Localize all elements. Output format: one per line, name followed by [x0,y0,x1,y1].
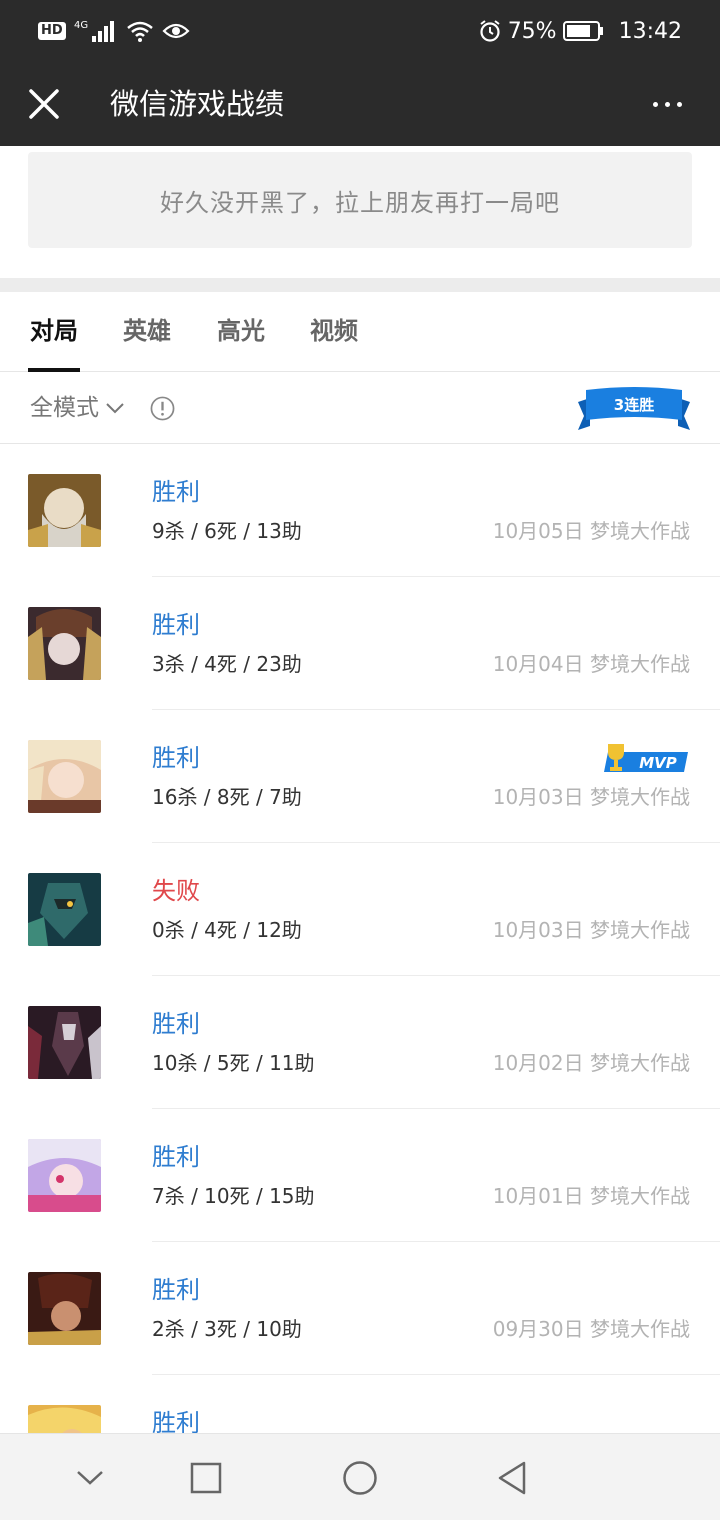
match-result: 胜利 [152,478,200,506]
more-icon [652,101,658,107]
match-row[interactable]: 胜利 10杀 / 5死 / 11助 10月02日 梦境大作战 [0,976,720,1109]
collapse-button[interactable] [68,1456,112,1500]
more-button[interactable] [642,82,692,126]
mode-dropdown[interactable]: 全模式 [30,392,125,424]
tab-bar: 对局 英雄 高光 视频 [0,292,720,372]
chevron-down-icon [106,403,124,414]
win-streak-badge: 3连胜 [578,387,690,430]
mode-label: 全模式 [30,395,99,421]
match-result: 胜利 [152,1276,200,1304]
hero-avatar [28,1272,101,1345]
match-row[interactable]: 失败 0杀 / 4死 / 12助 10月03日 梦境大作战 [0,843,720,976]
match-result: 胜利 [152,1143,200,1171]
eye-icon [162,23,190,39]
tab-highlights[interactable]: 高光 [217,314,265,348]
hero-avatar [28,1139,101,1212]
home-icon [343,1461,377,1495]
match-kda: 7杀 / 10死 / 15助 [152,1184,315,1208]
system-nav-bar [0,1433,720,1520]
invite-banner[interactable]: 好久没开黑了，拉上朋友再打一局吧 [28,152,692,248]
home-button[interactable] [338,1456,382,1500]
match-date-mode: 10月01日 梦境大作战 [492,1184,690,1208]
hero-avatar [28,740,101,813]
match-kda: 10杀 / 5死 / 11助 [152,1051,315,1075]
mvp-label: MVP [639,754,677,772]
status-right: 75% 13:42 [478,16,682,46]
recents-icon [190,1462,222,1494]
match-row[interactable]: 胜利 3杀 / 4死 / 23助 10月04日 梦境大作战 [0,577,720,710]
battery-percent: 75% [507,18,557,44]
match-kda: 2杀 / 3死 / 10助 [152,1317,302,1341]
mvp-badge: MVP [604,744,688,772]
hero-avatar [28,607,101,680]
match-date-mode: 10月02日 梦境大作战 [492,1051,690,1075]
match-row[interactable]: 胜利 7杀 / 10死 / 15助 10月01日 梦境大作战 [0,1109,720,1242]
app-bar: 微信游戏战绩 [0,62,720,146]
hd-badge: HD [38,22,66,40]
alarm-icon [480,20,500,42]
page-title: 微信游戏战绩 [110,87,285,121]
signal-icon: 4G [74,20,114,42]
back-button[interactable] [490,1456,534,1500]
match-date-mode: 10月04日 梦境大作战 [492,652,690,676]
match-result: 胜利 [152,611,200,639]
section-divider [0,278,720,292]
wifi-icon [126,21,153,42]
match-date-mode: 09月30日 梦境大作战 [492,1317,690,1341]
match-row[interactable]: 胜利 9杀 / 6死 / 13助 10月05日 梦境大作战 [0,444,720,577]
match-kda: 9杀 / 6死 / 13助 [152,519,302,543]
network-label: 4G [74,20,88,31]
match-kda: 3杀 / 4死 / 23助 [152,652,302,676]
match-row[interactable]: 胜利 2杀 / 3死 / 10助 09月30日 梦境大作战 [0,1242,720,1375]
close-button[interactable] [24,82,64,126]
tab-matches[interactable]: 对局 [30,314,78,348]
back-icon [498,1461,526,1495]
tab-videos[interactable]: 视频 [310,314,358,348]
info-icon[interactable] [150,396,175,421]
streak-label: 3连胜 [614,396,654,414]
match-date-mode: 10月03日 梦境大作战 [492,918,690,942]
match-result: 胜利 [152,1010,200,1038]
hero-avatar [28,1006,101,1079]
match-row[interactable]: 胜利 MVP 16杀 / 8死 / 7助 10月03日 梦境大作战 [0,710,720,843]
status-bar: HD 4G 75% 13:42 [0,0,720,62]
more-icon-dot [664,101,670,107]
hero-avatar [28,873,101,946]
collapse-icon [77,1471,103,1485]
hero-avatar [28,474,101,547]
match-kda: 16杀 / 8死 / 7助 [152,785,302,809]
match-date-mode: 10月05日 梦境大作战 [492,519,690,543]
match-date-mode: 10月03日 梦境大作战 [492,785,690,809]
status-left: HD 4G [38,16,190,46]
recents-button[interactable] [184,1456,228,1500]
close-icon [29,89,59,119]
match-result: 胜利 [152,744,200,772]
match-result: 失败 [152,877,200,905]
clock: 13:42 [618,18,682,44]
battery-icon [562,21,603,41]
more-icon-dot [676,101,682,107]
tab-heroes[interactable]: 英雄 [123,314,171,348]
match-kda: 0杀 / 4死 / 12助 [152,918,302,942]
